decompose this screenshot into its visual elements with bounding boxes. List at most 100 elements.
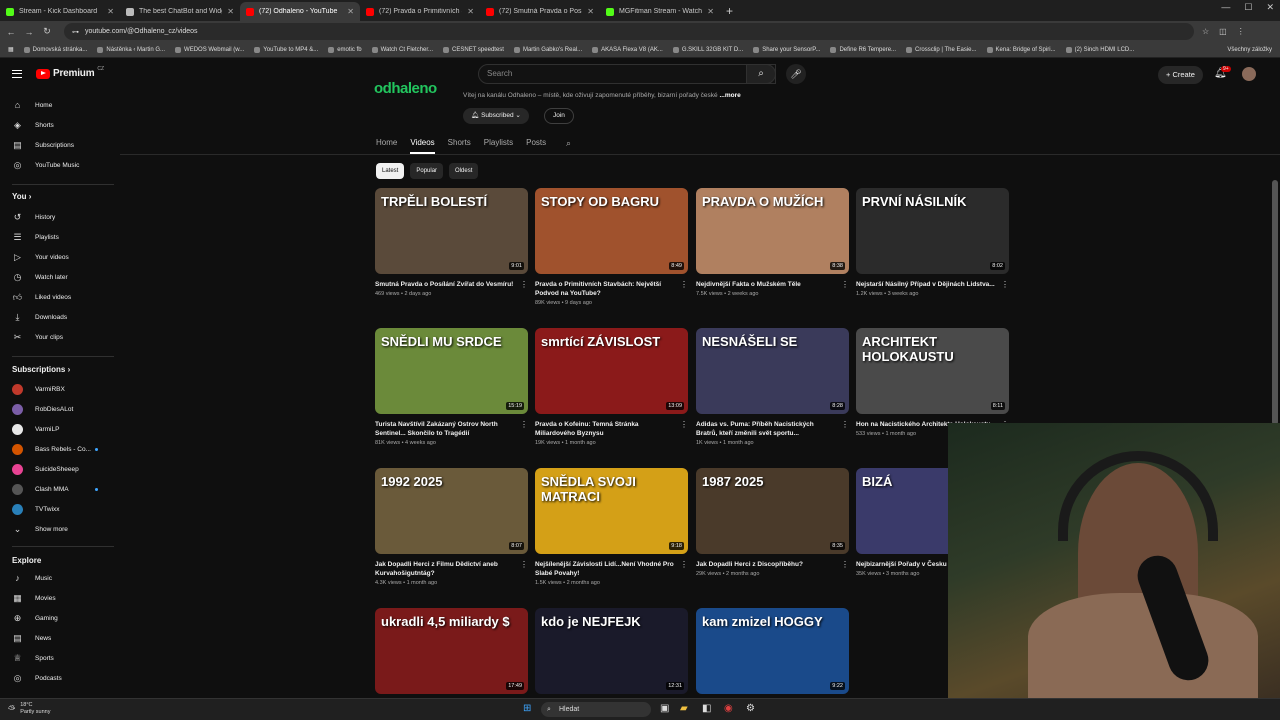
sidebar-item-your-clips[interactable]: ✂ Your clips (12, 332, 63, 343)
channel-description[interactable]: Vítej na kanálu Odhaleno – místě, kde ož… (463, 92, 741, 99)
video-card[interactable]: smrtící ZÁVISLOST 13:09 Pravda o Kofeinu: … (535, 328, 688, 446)
more-options-icon[interactable]: ⋮ (680, 560, 688, 569)
tab-close-icon[interactable]: ✕ (347, 7, 354, 16)
more-options-icon[interactable]: ⋮ (841, 280, 849, 289)
bookmark-item[interactable]: (2) Sinch HDMI LCD... (1065, 46, 1134, 53)
more-options-icon[interactable]: ⋮ (841, 420, 849, 429)
sidebar-item-podcasts[interactable]: ◎ Podcasts (12, 673, 62, 684)
sidebar-item-sports[interactable]: ♕ Sports (12, 653, 53, 664)
tab-close-icon[interactable]: ✕ (707, 7, 714, 16)
sidebar-item-your-videos[interactable]: ▷ Your videos (12, 252, 69, 263)
more-options-icon[interactable]: ⋮ (680, 280, 688, 289)
chrome-icon[interactable]: ◉ (724, 703, 733, 714)
bookmark-item[interactable]: Define R6 Tempere... (830, 46, 896, 53)
account-avatar[interactable] (1242, 67, 1256, 81)
video-thumbnail[interactable]: ukradli 4,5 miliardy $ 17:49 (375, 608, 528, 694)
sidebar-item-home[interactable]: ⌂ Home (12, 100, 53, 110)
sidebar-item-movies[interactable]: ▦ Movies (12, 593, 55, 604)
video-title[interactable]: Adidas vs. Puma: Příběh Nacistických Bra… (696, 420, 836, 438)
hamburger-menu-icon[interactable] (12, 70, 22, 78)
video-card[interactable]: STOPY OD BAGRU 8:49 Pravda o Primitivních … (535, 188, 688, 306)
sidebar-item-shorts[interactable]: ◈ Shorts (12, 120, 54, 131)
taskbar-search[interactable]: ⌕ Hledat (541, 702, 651, 717)
more-options-icon[interactable]: ⋮ (1001, 280, 1009, 289)
video-title[interactable]: Nejšílenější Závislosti Lidí...Není Vhod… (535, 560, 675, 578)
more-options-icon[interactable]: ⋮ (680, 420, 688, 429)
join-button[interactable]: Join (544, 108, 574, 124)
video-card[interactable]: SNĚDLA SVOJI MATRACI 9:18 Nejšílenější Záv… (535, 468, 688, 586)
subscription-item[interactable]: VarmiRBX (12, 384, 65, 395)
video-title[interactable]: Turista Navštívil Zakázaný Ostrov North … (375, 420, 515, 438)
subscription-item[interactable]: SuicideSheeep (12, 464, 79, 475)
browser-tab[interactable]: (72) Smutná Pravda o Posílání Z ✕ (480, 2, 600, 21)
video-card[interactable]: kdo je NEJFEJK 12:31 (535, 608, 688, 694)
video-title[interactable]: Nejdivnější Fakta o Mužském Těle (696, 280, 836, 289)
video-card[interactable]: 1987 2025 8:35 Jak Dopadli Herci z Discopř… (696, 468, 849, 577)
sidebar-item-youtube-music[interactable]: ◎ YouTube Music (12, 160, 80, 171)
video-title[interactable]: Jak Dopadli Herci z Discopříběhu? (696, 560, 836, 569)
weather-widget[interactable]: ⛅︎ 18°C Partly sunny (8, 702, 50, 716)
chip-latest[interactable]: Latest (376, 163, 405, 179)
menu-icon[interactable]: ⋮ (1237, 27, 1245, 36)
sidebar-show-more[interactable]: ⌄ Show more (12, 524, 68, 535)
bookmark-item[interactable]: YouTube to MP4 &... (254, 46, 318, 53)
reload-icon[interactable]: ↻ (40, 26, 54, 37)
channel-search-icon[interactable]: ⌕ (566, 138, 571, 149)
video-title[interactable]: Smutná Pravda o Posílání Zvířat do Vesmí… (375, 280, 515, 289)
back-icon[interactable]: ← (4, 27, 18, 37)
bookmark-item[interactable]: G.SKILL 32GB KIT D... (672, 46, 743, 53)
browser-tab[interactable]: (72) Pravda o Primitivních Stavb ✕ (360, 2, 480, 21)
site-info-icon[interactable]: ⊶ (72, 28, 79, 36)
video-title[interactable]: Jak Dopadli Herci z Filmu Dědictví aneb … (375, 560, 515, 578)
video-thumbnail[interactable]: STOPY OD BAGRU 8:49 (535, 188, 688, 274)
close-icon[interactable]: ✕ (1266, 2, 1274, 13)
file-explorer-icon[interactable]: ▰ (680, 703, 688, 714)
voice-search-button[interactable]: 🎤︎ (786, 64, 806, 84)
bookmark-item[interactable]: Share your SensorP... (753, 46, 820, 53)
video-thumbnail[interactable]: SNĚDLI MU SRDCE 15:19 (375, 328, 528, 414)
tab-playlists[interactable]: Playlists (484, 138, 513, 154)
video-card[interactable]: SNĚDLI MU SRDCE 15:19 Turista Navštívil Za… (375, 328, 528, 446)
bookmark-item[interactable]: AKASA Flexa V8 (AK... (592, 46, 663, 53)
video-card[interactable]: ARCHITEKT HOLOKAUSTU 8:11 Hon na Nacistick… (856, 328, 1009, 437)
apps-grid-icon[interactable]: ▦ (8, 46, 14, 53)
sidebar-item-subscriptions[interactable]: ▤ Subscriptions (12, 140, 74, 151)
bookmark-item[interactable]: CESNET speedtest (443, 46, 504, 53)
tab-home[interactable]: Home (376, 138, 397, 154)
video-thumbnail[interactable]: 1992 2025 8:07 (375, 468, 528, 554)
video-card[interactable]: 1992 2025 8:07 Jak Dopadli Herci z Filmu D… (375, 468, 528, 586)
youtube-logo[interactable]: Premium CZ (36, 66, 104, 79)
windows-start-icon[interactable]: ⊞ (523, 703, 531, 714)
tab-close-icon[interactable]: ✕ (227, 7, 234, 16)
video-thumbnail[interactable]: PRVNÍ NÁSILNÍK 8:02 (856, 188, 1009, 274)
extensions-icon[interactable]: ◫ (1219, 27, 1227, 36)
more-options-icon[interactable]: ⋮ (520, 280, 528, 289)
video-thumbnail[interactable]: kam zmizel HOGGY 9:22 (696, 608, 849, 694)
browser-tab[interactable]: The best ChatBot and Widgets ✕ (120, 2, 240, 21)
video-card[interactable]: kam zmizel HOGGY 9:22 (696, 608, 849, 694)
video-thumbnail[interactable]: 1987 2025 8:35 (696, 468, 849, 554)
sidebar-item-liked-videos[interactable]: 👍︎ Liked videos (12, 292, 71, 303)
subscription-item[interactable]: TVTwixx (12, 504, 60, 515)
search-button[interactable]: ⌕ (746, 64, 776, 84)
description-more-link[interactable]: ...more (719, 92, 740, 99)
video-card[interactable]: NESNÁŠELI SE 8:28 Adidas vs. Puma: Příběh … (696, 328, 849, 446)
video-title[interactable]: Pravda o Primitivních Stavbách: Největší… (535, 280, 675, 298)
search-input[interactable]: Search (478, 64, 776, 84)
video-title[interactable]: Nejstarší Násilný Případ v Dějinách Lids… (856, 280, 996, 289)
bookmark-item[interactable]: Nástěnka ‹ Martin G... (97, 46, 165, 53)
tab-close-icon[interactable]: ✕ (467, 7, 474, 16)
video-card[interactable]: PRAVDA O MUŽÍCH 8:38 Nejdivnější Fakta o M… (696, 188, 849, 297)
sidebar-item-history[interactable]: ↺ History (12, 212, 56, 223)
video-title[interactable]: Pravda o Kofeinu: Temná Stránka Miliardo… (535, 420, 675, 438)
sidebar-item-playlists[interactable]: ☰ Playlists (12, 232, 58, 243)
all-bookmarks[interactable]: Všechny záložky (1227, 47, 1272, 53)
url-field[interactable]: ⊶ youtube.com/@Odhaleno_cz/videos (64, 23, 1194, 40)
more-options-icon[interactable]: ⋮ (520, 420, 528, 429)
subscription-item[interactable]: Bass Rebels - Co... (12, 444, 91, 455)
bookmark-item[interactable]: Watch Ct Fletcher... (371, 46, 433, 53)
bookmark-item[interactable]: Kena: Bridge of Spiri... (986, 46, 1056, 53)
store-icon[interactable]: ◧ (702, 703, 711, 714)
video-thumbnail[interactable]: kdo je NEJFEJK 12:31 (535, 608, 688, 694)
sidebar-subscriptions-heading[interactable]: Subscriptions › (12, 365, 70, 374)
